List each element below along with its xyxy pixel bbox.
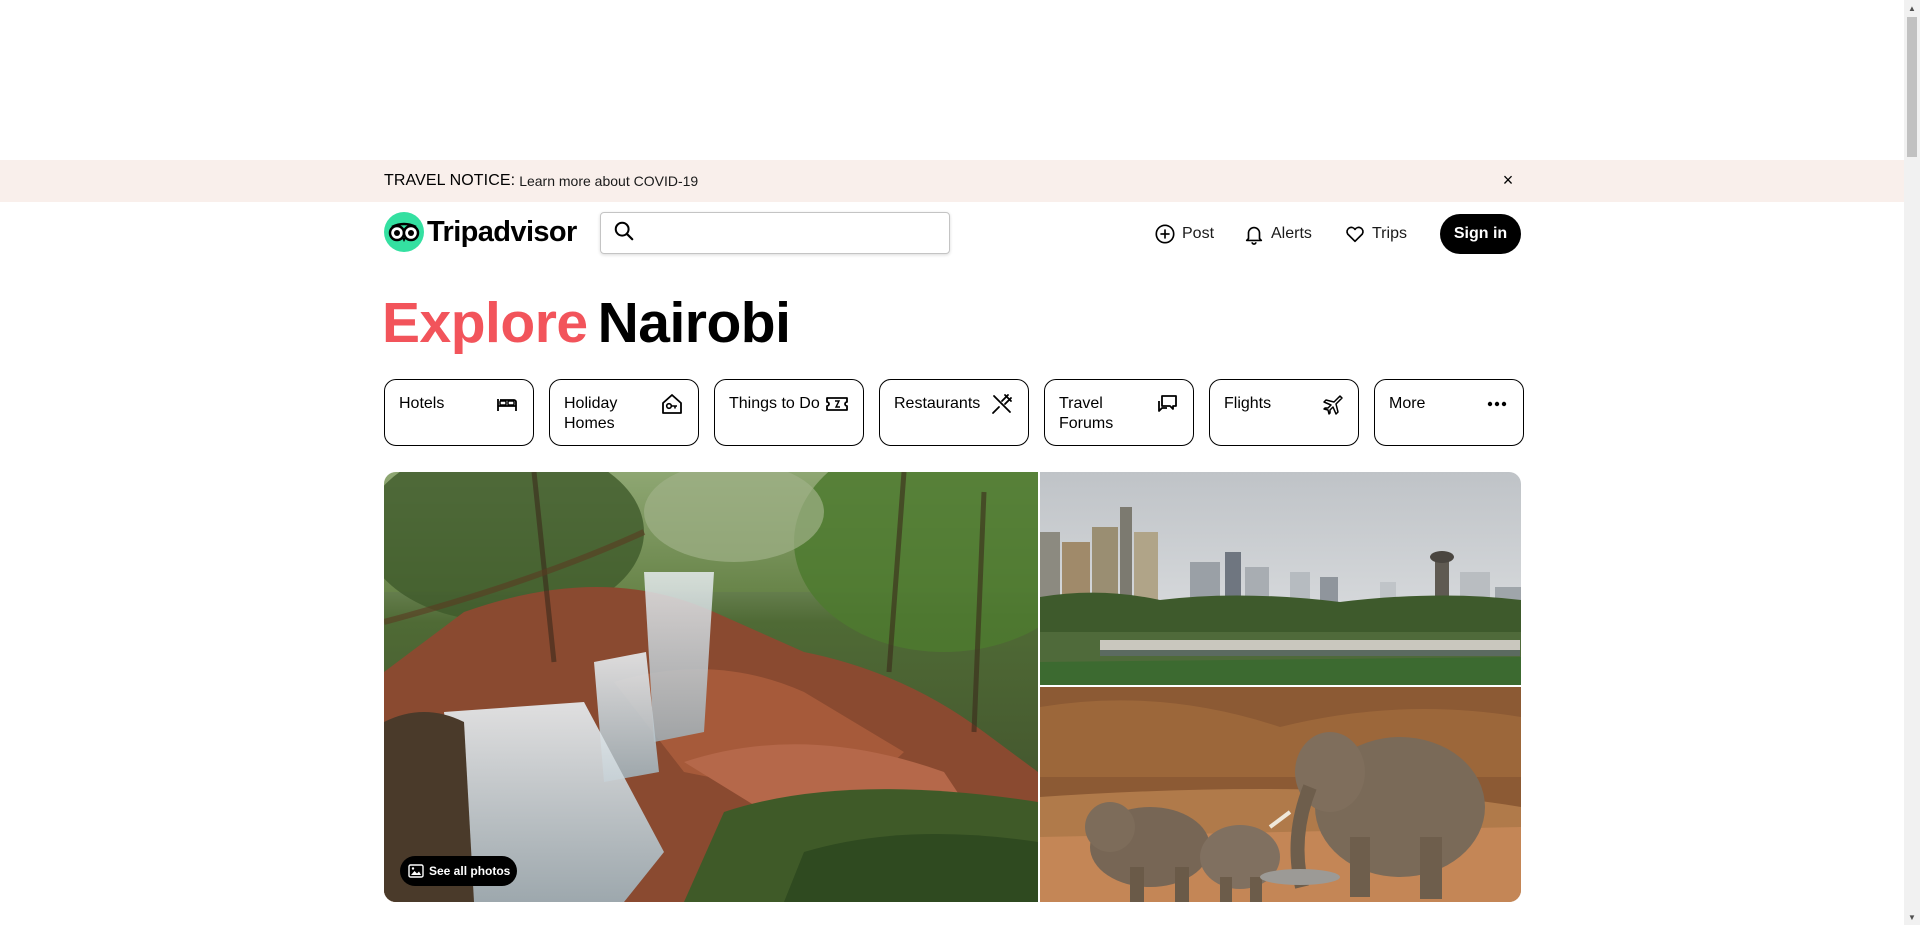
category-travel-forums[interactable]: Travel Forums	[1044, 379, 1194, 446]
title-city: Nairobi	[597, 291, 791, 355]
photo-gallery: See all photos	[384, 472, 1521, 902]
title-explore: Explore	[382, 291, 588, 355]
scroll-thumb[interactable]	[1907, 17, 1917, 157]
travel-notice-label: TRAVEL NOTICE:	[384, 172, 516, 189]
alerts-label: Alerts	[1271, 225, 1312, 242]
category-label: Hotels	[399, 395, 445, 412]
brand-name: Tripadvisor	[427, 215, 577, 248]
elephants-photo[interactable]	[1040, 687, 1521, 902]
category-holiday-homes[interactable]: Holiday Homes	[549, 379, 699, 446]
see-all-photos-label: See all photos	[429, 864, 511, 878]
owl-logo-icon	[384, 212, 424, 252]
chat-bubbles-icon	[1158, 395, 1177, 412]
search-icon	[613, 220, 635, 247]
category-restaurants[interactable]: Restaurants	[879, 379, 1029, 446]
see-all-photos-button[interactable]: See all photos	[400, 856, 518, 886]
page-scrollbar[interactable]: ▲ ▼	[1904, 0, 1920, 925]
category-bar: Hotels Holiday Homes Things to Do Restau…	[384, 379, 1539, 446]
waterfall-photo[interactable]: See all photos	[384, 472, 1038, 902]
bell-icon	[1245, 226, 1263, 245]
plus-circle-icon	[1155, 224, 1175, 244]
category-label: Holiday Homes	[564, 395, 618, 432]
trips-label: Trips	[1372, 225, 1407, 242]
bed-icon	[497, 399, 517, 411]
heart-icon	[1346, 226, 1364, 243]
category-label: Things to Do	[729, 395, 820, 412]
ticket-icon	[826, 397, 848, 411]
scroll-down-arrow-icon[interactable]: ▼	[1904, 909, 1920, 925]
site-header: Tripadvisor Post Alerts Trips Sign in	[0, 202, 1904, 264]
search-input[interactable]	[645, 215, 949, 251]
post-button[interactable]: Post	[1154, 216, 1214, 252]
category-things-to-do[interactable]: Things to Do	[714, 379, 864, 446]
category-label: Restaurants	[894, 395, 981, 412]
airplane-icon	[1323, 395, 1343, 415]
tripadvisor-logo[interactable]: Tripadvisor	[384, 212, 577, 252]
sign-in-button[interactable]: Sign in	[1440, 214, 1521, 254]
search-box[interactable]	[600, 212, 950, 254]
more-dots-icon	[1487, 401, 1507, 407]
house-key-icon	[662, 394, 682, 414]
post-label: Post	[1182, 225, 1215, 242]
photo-icon	[408, 864, 424, 878]
category-label: More	[1389, 395, 1426, 412]
category-label: Flights	[1224, 395, 1272, 412]
ad-banner-space	[0, 0, 1904, 160]
category-flights[interactable]: Flights	[1209, 379, 1359, 446]
trips-button[interactable]: Trips	[1344, 216, 1407, 252]
fork-knife-icon	[992, 394, 1012, 414]
travel-notice-bar: TRAVEL NOTICE: Learn more about COVID-19	[0, 160, 1904, 202]
alerts-button[interactable]: Alerts	[1243, 216, 1312, 252]
page-title: Explore Nairobi	[382, 290, 791, 356]
scroll-up-arrow-icon[interactable]: ▲	[1904, 0, 1920, 16]
category-hotels[interactable]: Hotels	[384, 379, 534, 446]
category-more[interactable]: More	[1374, 379, 1524, 446]
close-notice-button[interactable]: ×	[1497, 169, 1519, 191]
category-label: Travel Forums	[1059, 395, 1114, 432]
city-skyline-photo[interactable]	[1040, 472, 1521, 685]
covid-info-link[interactable]: Learn more about COVID-19	[519, 173, 698, 189]
